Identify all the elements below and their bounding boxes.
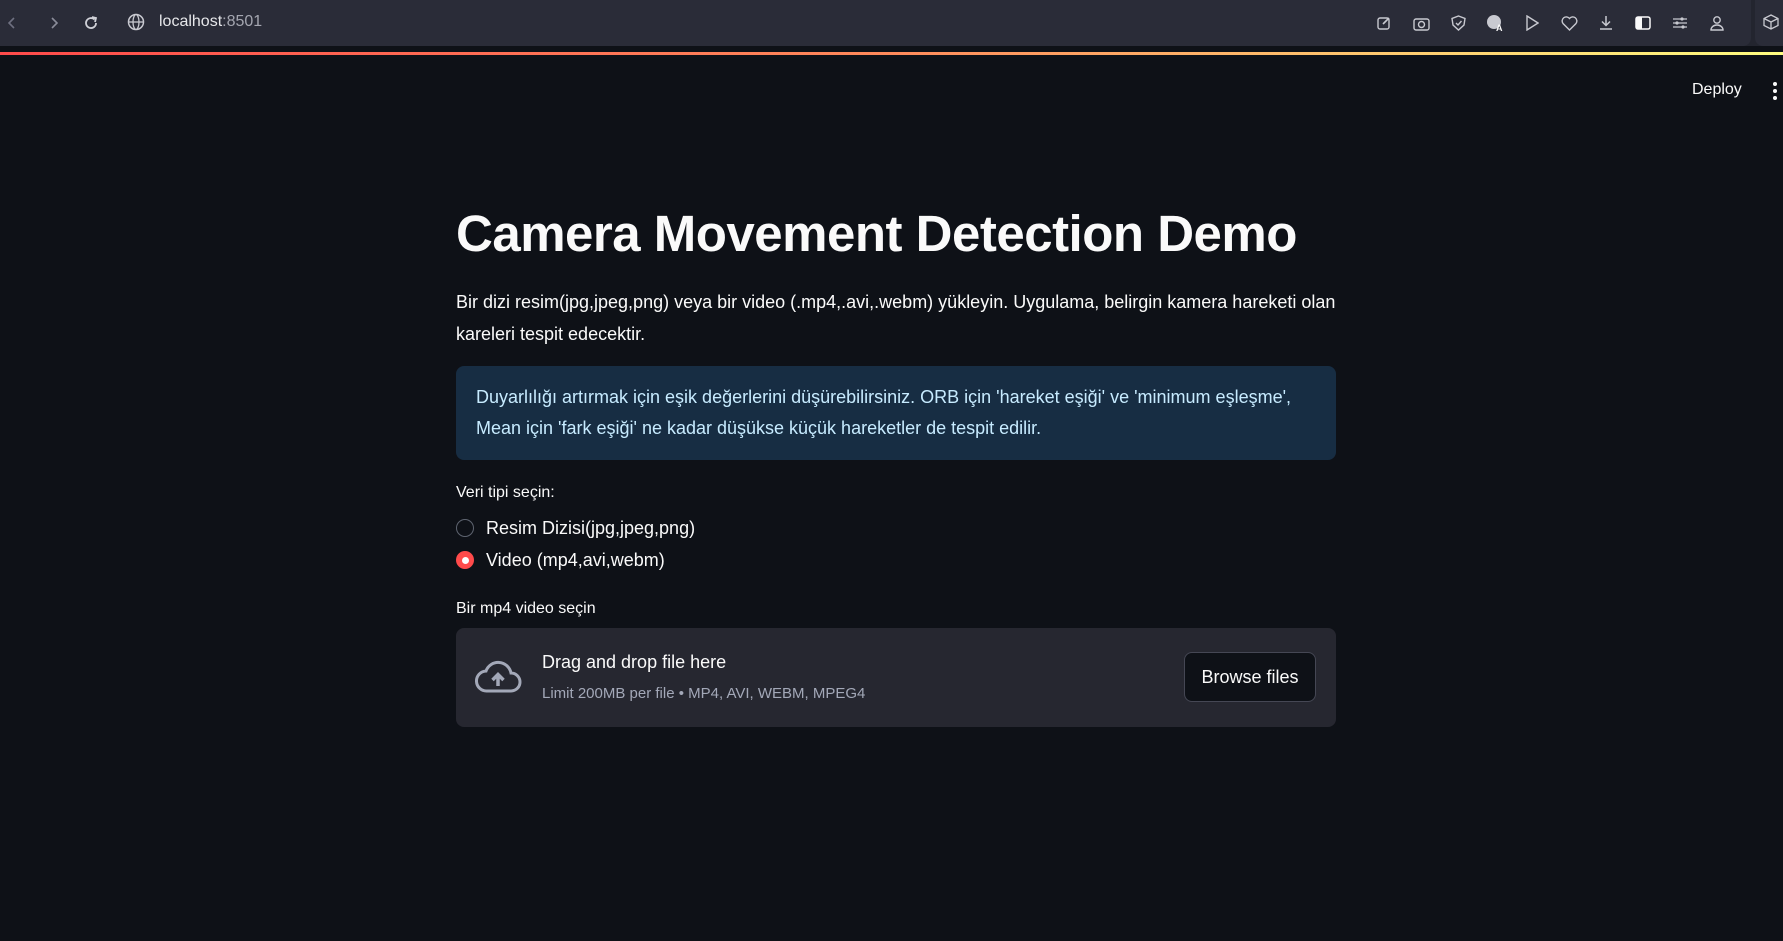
main-content: Camera Movement Detection Demo Bir dizi … — [456, 200, 1336, 727]
forward-icon[interactable] — [42, 11, 66, 35]
globe-icon — [127, 13, 145, 31]
info-alert-text: Duyarlılığı artırmak için eşik değerleri… — [476, 387, 1292, 438]
reload-icon[interactable] — [79, 11, 103, 35]
profile-icon[interactable] — [1705, 11, 1729, 35]
data-type-radio-group: Resim Dizisi(jpg,jpeg,png) Video (mp4,av… — [456, 512, 1336, 576]
extension-toolbar: A — [1372, 11, 1729, 35]
data-type-label: Veri tipi seçin: — [456, 484, 555, 501]
main-menu-icon[interactable] — [1772, 80, 1778, 102]
radio-button-video[interactable] — [456, 551, 474, 569]
address-bar[interactable]: localhost:8501 — [159, 13, 262, 31]
url-port: :8501 — [222, 13, 263, 30]
file-dropzone[interactable]: Drag and drop file here Limit 200MB per … — [456, 628, 1336, 727]
radio-option-image-sequence[interactable]: Resim Dizisi(jpg,jpeg,png) — [456, 512, 1336, 544]
download-icon[interactable] — [1594, 11, 1618, 35]
play-icon[interactable] — [1520, 11, 1544, 35]
shield-icon[interactable] — [1446, 11, 1470, 35]
page-title: Camera Movement Detection Demo — [456, 205, 1297, 262]
radio-option-label: Resim Dizisi(jpg,jpeg,png) — [486, 517, 696, 538]
back-icon[interactable] — [0, 11, 24, 35]
browser-toolbar: localhost:8501 A — [0, 0, 1783, 46]
edit-icon[interactable] — [1372, 11, 1396, 35]
camera-icon[interactable] — [1409, 11, 1433, 35]
dropzone-limit-text: Limit 200MB per file • MP4, AVI, WEBM, M… — [542, 685, 866, 702]
extension-tab[interactable] — [1755, 0, 1783, 46]
sliders-icon[interactable] — [1668, 11, 1692, 35]
box-icon — [1763, 14, 1779, 30]
translate-icon[interactable]: A — [1483, 11, 1507, 35]
radio-option-video[interactable]: Video (mp4,avi,webm) — [456, 544, 1336, 576]
heart-icon[interactable] — [1557, 11, 1581, 35]
dropzone-title: Drag and drop file here — [542, 652, 727, 672]
browse-files-button[interactable]: Browse files — [1184, 652, 1316, 702]
deploy-button[interactable]: Deploy — [1692, 81, 1742, 99]
radio-button-image-sequence[interactable] — [456, 519, 474, 537]
sidebar-icon[interactable] — [1631, 11, 1655, 35]
svg-text:A: A — [1496, 23, 1503, 32]
url-host: localhost — [159, 13, 223, 30]
info-alert: Duyarlılığı artırmak için eşik değerleri… — [456, 366, 1336, 460]
cloud-upload-icon — [475, 660, 522, 693]
description-text: Bir dizi resim(jpg,jpeg,png) veya bir vi… — [456, 292, 1336, 344]
header-decoration-bar — [0, 52, 1783, 55]
radio-option-label: Video (mp4,avi,webm) — [486, 549, 665, 570]
uploader-label: Bir mp4 video seçin — [456, 600, 596, 617]
